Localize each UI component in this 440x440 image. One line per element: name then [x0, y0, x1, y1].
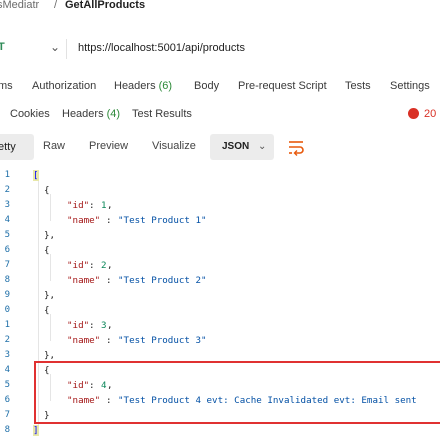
tab-headers[interactable]: Headers (6)	[114, 80, 172, 92]
view-pretty-button[interactable]: etty	[0, 134, 34, 160]
line-number: 0	[4, 305, 10, 315]
json-key-name: "name"	[67, 215, 101, 226]
json-close-brace: },	[44, 290, 56, 301]
format-select-label: JSON	[222, 141, 250, 152]
chevron-down-icon[interactable]: ⌄	[50, 40, 60, 54]
view-preview-button[interactable]: Preview	[89, 140, 128, 152]
line-number: 1	[4, 170, 10, 180]
line-number: 1	[4, 320, 10, 330]
code-line: 1 "id" : 3 ,	[0, 320, 440, 335]
code-line: 4 "name" : "Test Product 1"	[0, 215, 440, 230]
breadcrumb-collection[interactable]: sMediatr	[0, 0, 39, 11]
json-value-id: 3	[101, 320, 107, 331]
tab-authorization[interactable]: Authorization	[32, 80, 96, 92]
json-open-brace: {	[44, 245, 50, 256]
breadcrumb-separator: /	[54, 0, 58, 11]
tab-response-headers-count: (4)	[106, 108, 121, 120]
json-open-bracket: [	[33, 170, 39, 181]
json-value-id: 2	[101, 260, 107, 271]
code-line: 2 "name" : "Test Product 3"	[0, 335, 440, 350]
line-number: 8	[4, 425, 10, 435]
method-select[interactable]: T	[0, 41, 5, 53]
json-open-brace: {	[44, 305, 50, 316]
line-number: 7	[4, 410, 10, 420]
line-number: 3	[4, 350, 10, 360]
code-line: 1 [	[0, 170, 440, 185]
line-number: 7	[4, 260, 10, 270]
json-key-id: "id"	[67, 320, 90, 331]
tab-headers-label: Headers	[114, 80, 156, 92]
code-line: 7 "id" : 2 ,	[0, 260, 440, 275]
breadcrumb-request-name[interactable]: GetAllProducts	[65, 0, 145, 11]
code-line: 0 {	[0, 305, 440, 320]
json-value-id: 1	[101, 200, 107, 211]
json-comma: ,	[107, 320, 113, 331]
tab-response-headers-label: Headers	[62, 108, 104, 120]
chevron-down-icon: ⌄	[258, 141, 267, 152]
tab-body[interactable]: Body	[194, 80, 219, 92]
line-number: 2	[4, 335, 10, 345]
tab-params[interactable]: ms	[0, 80, 13, 92]
code-line: 8 ]	[0, 425, 440, 440]
line-number: 6	[4, 245, 10, 255]
view-visualize-button[interactable]: Visualize	[152, 140, 196, 152]
url-input[interactable]: https://localhost:5001/api/products	[78, 42, 245, 54]
url-bar: T ⌄ https://localhost:5001/api/products	[0, 38, 440, 60]
wrap-lines-icon[interactable]	[286, 138, 306, 156]
line-number: 5	[4, 380, 10, 390]
highlight-box	[34, 361, 440, 424]
json-value-name: "Test Product 2"	[118, 275, 207, 286]
json-comma: ,	[107, 260, 113, 271]
tab-cookies[interactable]: Cookies	[10, 108, 50, 120]
line-number: 4	[4, 215, 10, 225]
line-number: 9	[4, 290, 10, 300]
json-open-brace: {	[44, 185, 50, 196]
json-value-name: "Test Product 1"	[118, 215, 207, 226]
line-number: 3	[4, 200, 10, 210]
line-number: 6	[4, 395, 10, 405]
tab-prerequest-script[interactable]: Pre-request Script	[238, 80, 327, 92]
code-line: 8 "name" : "Test Product 2"	[0, 275, 440, 290]
code-line: 3 "id" : 1 ,	[0, 200, 440, 215]
tab-test-results[interactable]: Test Results	[132, 108, 192, 120]
code-line: 2 {	[0, 185, 440, 200]
json-colon: :	[106, 215, 118, 226]
line-number: 2	[4, 185, 10, 195]
json-close-brace: },	[44, 350, 56, 361]
line-number: 4	[4, 365, 10, 375]
json-colon: :	[106, 335, 118, 346]
json-close-bracket: ]	[33, 425, 39, 436]
json-colon: :	[106, 275, 118, 286]
code-line: 5 },	[0, 230, 440, 245]
status-code-partial: 20	[424, 108, 437, 120]
view-raw-button[interactable]: Raw	[43, 140, 65, 152]
json-close-brace: },	[44, 230, 56, 241]
url-divider	[66, 39, 67, 59]
no-environment-icon[interactable]	[408, 108, 419, 119]
tab-response-headers[interactable]: Headers (4)	[62, 108, 120, 120]
tab-headers-count: (6)	[158, 80, 173, 92]
json-key-id: "id"	[67, 200, 90, 211]
code-line: 6 {	[0, 245, 440, 260]
json-colon: :	[89, 320, 101, 331]
tab-tests[interactable]: Tests	[345, 80, 371, 92]
line-number: 5	[4, 230, 10, 240]
line-number: 8	[4, 275, 10, 285]
json-colon: :	[89, 200, 101, 211]
json-key-name: "name"	[67, 275, 101, 286]
format-select[interactable]: JSON ⌄	[210, 134, 274, 160]
tab-settings[interactable]: Settings	[390, 80, 430, 92]
json-comma: ,	[107, 200, 113, 211]
json-key-id: "id"	[67, 260, 90, 271]
json-value-name: "Test Product 3"	[118, 335, 207, 346]
response-view-bar: etty Raw Preview Visualize JSON ⌄	[0, 134, 440, 160]
code-line: 9 },	[0, 290, 440, 305]
json-colon: :	[89, 260, 101, 271]
json-key-name: "name"	[67, 335, 101, 346]
